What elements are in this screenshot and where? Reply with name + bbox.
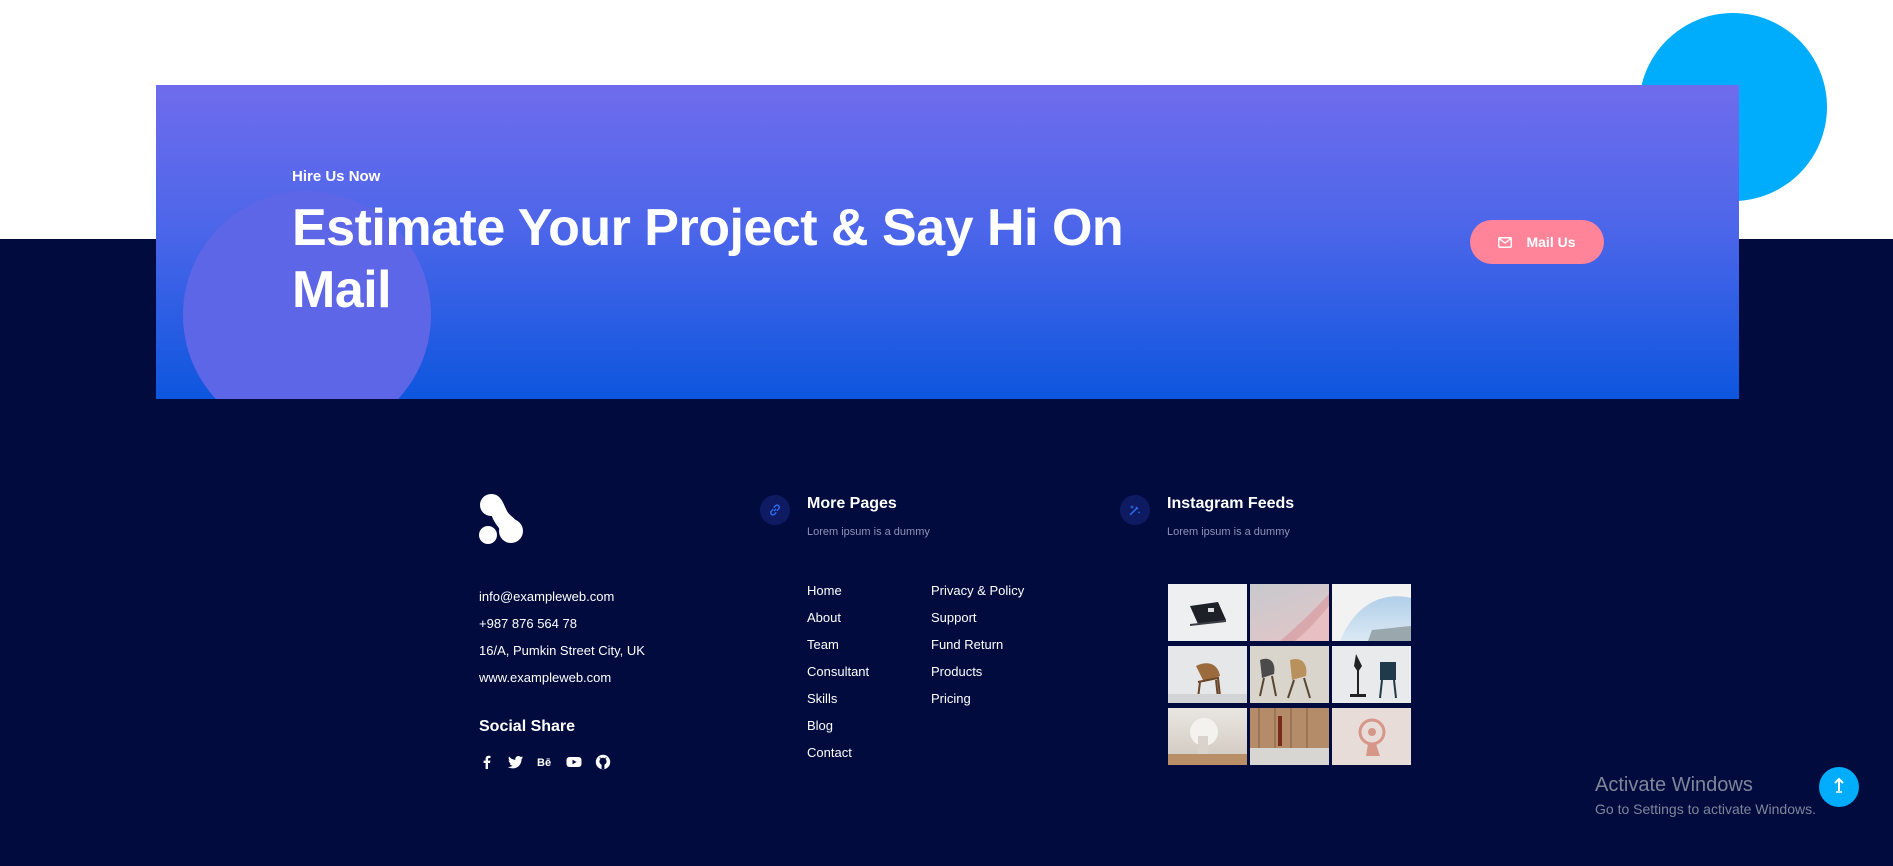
logo-icon[interactable] <box>479 493 525 545</box>
link-icon <box>760 495 790 525</box>
mail-us-label: Mail Us <box>1526 234 1576 250</box>
magic-wand-icon <box>1120 495 1150 525</box>
mail-us-button[interactable]: Mail Us <box>1470 220 1604 264</box>
instagram-feeds-title: Instagram Feeds <box>1167 495 1295 512</box>
footer-link-team[interactable]: Team <box>807 637 839 652</box>
footer-link-home[interactable]: Home <box>807 583 842 598</box>
instagram-photo-1[interactable] <box>1168 584 1247 641</box>
twitter-icon[interactable] <box>508 754 524 770</box>
contact-phone[interactable]: +987 876 564 78 <box>479 616 577 631</box>
social-icons: Bē <box>479 754 611 770</box>
github-icon[interactable] <box>595 754 611 770</box>
instagram-photo-2[interactable] <box>1250 584 1329 641</box>
facebook-icon[interactable] <box>479 754 495 770</box>
cta-subtitle: Hire Us Now <box>292 168 381 185</box>
instagram-photo-3[interactable] <box>1332 584 1411 641</box>
instagram-photo-4[interactable] <box>1168 646 1247 703</box>
contact-email[interactable]: info@exampleweb.com <box>479 589 614 604</box>
activate-windows-subtitle: Go to Settings to activate Windows. <box>1595 801 1816 817</box>
instagram-photo-7[interactable] <box>1168 708 1247 765</box>
instagram-photo-9[interactable] <box>1332 708 1411 765</box>
footer-link-about[interactable]: About <box>807 610 841 625</box>
youtube-icon[interactable] <box>566 754 582 770</box>
footer-link-pricing[interactable]: Pricing <box>931 691 971 706</box>
footer-link-support[interactable]: Support <box>931 610 977 625</box>
footer-link-consultant[interactable]: Consultant <box>807 664 869 679</box>
contact-address: 16/A, Pumkin Street City, UK <box>479 643 645 658</box>
contact-website[interactable]: www.exampleweb.com <box>479 670 611 685</box>
footer-link-privacy-policy[interactable]: Privacy & Policy <box>931 583 1024 598</box>
activate-windows-title: Activate Windows <box>1595 774 1753 796</box>
more-pages-subtitle: Lorem ipsum is a dummy <box>807 526 930 538</box>
footer-link-skills[interactable]: Skills <box>807 691 837 706</box>
svg-text:Bē: Bē <box>537 757 551 769</box>
more-pages-title: More Pages <box>807 495 897 512</box>
envelope-icon <box>1498 236 1513 248</box>
instagram-photo-6[interactable] <box>1332 646 1411 703</box>
instagram-feeds-subtitle: Lorem ipsum is a dummy <box>1167 526 1290 538</box>
footer-link-blog[interactable]: Blog <box>807 718 833 733</box>
footer-link-products[interactable]: Products <box>931 664 982 679</box>
back-to-top-button[interactable] <box>1819 767 1859 807</box>
behance-icon[interactable]: Bē <box>537 754 553 770</box>
social-share-title: Social Share <box>479 718 576 735</box>
instagram-photo-5[interactable] <box>1250 646 1329 703</box>
footer-link-contact[interactable]: Contact <box>807 745 852 760</box>
cta-title: Estimate Your Project & Say Hi On Mail <box>292 199 1124 319</box>
footer-link-fund-return[interactable]: Fund Return <box>931 637 1003 652</box>
cta-banner: Hire Us Now Estimate Your Project & Say … <box>156 85 1739 399</box>
arrow-up-icon <box>1832 777 1846 798</box>
instagram-photo-8[interactable] <box>1250 708 1329 765</box>
